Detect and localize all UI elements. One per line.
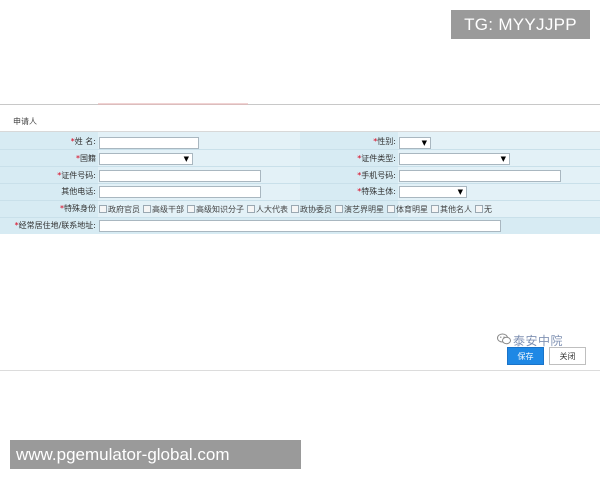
- other-phone-input[interactable]: [99, 186, 261, 198]
- chevron-down-icon: ▼: [457, 188, 463, 196]
- dialog-top-border: [0, 104, 600, 105]
- checkbox-label: 高级知识分子: [196, 204, 244, 214]
- checkbox-label: 无: [484, 204, 492, 214]
- other-phone-label: 其他电话:: [61, 187, 96, 196]
- row-separator: [0, 217, 600, 218]
- dialog-title: 申请人: [13, 117, 37, 126]
- checkbox[interactable]: [187, 205, 195, 213]
- checkbox[interactable]: [431, 205, 439, 213]
- checkbox-label: 高级干部: [152, 204, 184, 214]
- special-identity-label: *特殊身份: [60, 204, 96, 213]
- id-type-label: *证件类型:: [357, 154, 396, 163]
- row-separator: [0, 166, 600, 167]
- checkbox[interactable]: [99, 205, 107, 213]
- special-subject-select[interactable]: ▼: [399, 186, 467, 198]
- special-identity-options: 政府官员 高级干部 高级知识分子 人大代表 政协委员 演艺界明星 体育明星 其他…: [98, 203, 494, 215]
- watermark-tg: TG: MYYJJPP: [451, 10, 590, 39]
- watermark-url: www.pgemulator-global.com: [10, 440, 301, 469]
- checkbox[interactable]: [387, 205, 395, 213]
- mobile-input[interactable]: [399, 170, 561, 182]
- checkbox[interactable]: [475, 205, 483, 213]
- checkbox[interactable]: [143, 205, 151, 213]
- checkbox[interactable]: [291, 205, 299, 213]
- name-input[interactable]: [99, 137, 199, 149]
- nationality-label: *国籍: [76, 154, 96, 163]
- name-label: *姓 名:: [70, 137, 96, 146]
- id-number-label: *证件号码:: [57, 171, 96, 180]
- gender-label: *性别:: [373, 137, 396, 146]
- special-subject-label: *特殊主体:: [357, 187, 396, 196]
- mobile-label: *手机号码:: [357, 171, 396, 180]
- footer-divider: [0, 370, 600, 371]
- gender-select[interactable]: ▼: [399, 137, 431, 149]
- nationality-select[interactable]: ▼: [99, 153, 193, 165]
- checkbox-label: 体育明星: [396, 204, 428, 214]
- address-label: *经常居住地/联系地址:: [14, 221, 96, 230]
- save-button[interactable]: 保存: [507, 347, 544, 365]
- checkbox-label: 演艺界明星: [344, 204, 384, 214]
- address-input[interactable]: [99, 220, 501, 232]
- row-separator: [0, 200, 600, 201]
- chevron-down-icon: ▼: [500, 155, 506, 163]
- wechat-icon: [497, 333, 511, 345]
- close-button[interactable]: 关闭: [549, 347, 586, 365]
- chevron-down-icon: ▼: [421, 139, 427, 147]
- checkbox-label: 其他名人: [440, 204, 472, 214]
- chevron-down-icon: ▼: [183, 155, 189, 163]
- checkbox-label: 政府官员: [108, 204, 140, 214]
- checkbox[interactable]: [247, 205, 255, 213]
- checkbox[interactable]: [335, 205, 343, 213]
- checkbox-label: 政协委员: [300, 204, 332, 214]
- dialog-top-accent: [98, 103, 248, 105]
- checkbox-label: 人大代表: [256, 204, 288, 214]
- row-separator: [0, 183, 600, 184]
- id-type-select[interactable]: ▼: [399, 153, 510, 165]
- row-separator: [0, 149, 600, 150]
- id-number-input[interactable]: [99, 170, 261, 182]
